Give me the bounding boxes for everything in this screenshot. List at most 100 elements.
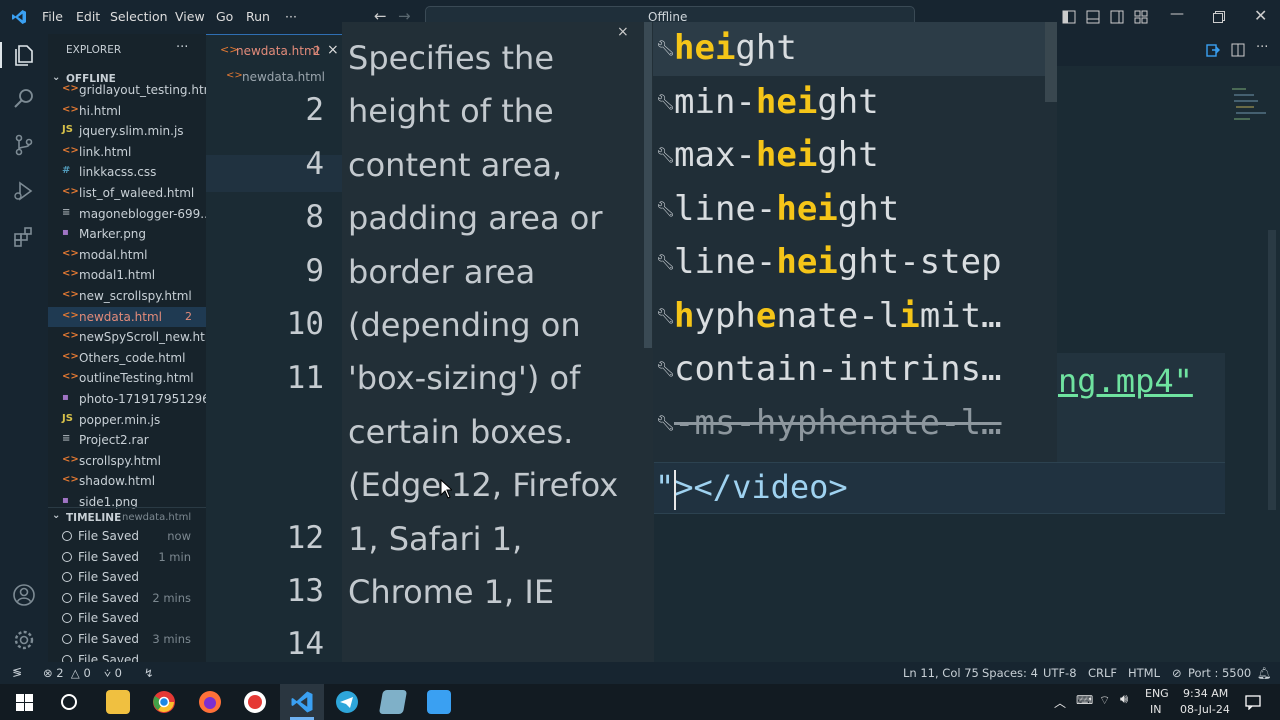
wifi-icon[interactable]: ⌔ bbox=[1099, 693, 1110, 708]
menu-go[interactable]: Go bbox=[216, 9, 233, 24]
toggle-panel-icon[interactable] bbox=[1086, 10, 1100, 24]
explorer-icon[interactable] bbox=[12, 43, 36, 67]
layout-icon[interactable] bbox=[1134, 10, 1148, 24]
restore-icon[interactable] bbox=[1213, 11, 1225, 23]
menu-file[interactable]: File bbox=[42, 9, 63, 24]
windows-start-icon[interactable] bbox=[16, 694, 33, 711]
file-item[interactable]: <> list_of_waleed.html bbox=[48, 183, 206, 203]
language-region[interactable]: IN bbox=[1150, 703, 1161, 716]
file-item[interactable]: <> shadow.html bbox=[48, 471, 206, 491]
suggestion-item[interactable]: 🔧︎ hyphenate-limit… bbox=[653, 290, 1045, 344]
timeline-item[interactable]: File Saved bbox=[48, 608, 206, 628]
end-of-line[interactable]: CRLF bbox=[1088, 666, 1117, 680]
tab-newdata[interactable]: <> newdata.html 2 × bbox=[206, 34, 344, 66]
editor-scrollbar[interactable] bbox=[1268, 230, 1276, 510]
file-item[interactable]: <> gridlayout_testing.html bbox=[48, 80, 206, 100]
toggle-sidebar-icon[interactable] bbox=[1062, 10, 1076, 24]
cursor-position[interactable]: Ln 11, Col 75 bbox=[903, 666, 979, 680]
suggestion-item[interactable]: 🔧︎ line-height-step bbox=[653, 236, 1045, 290]
timeline-item[interactable]: File Saved now bbox=[48, 526, 206, 546]
search-icon[interactable] bbox=[12, 87, 36, 111]
recorder-icon[interactable] bbox=[243, 690, 267, 714]
breadcrumb[interactable]: newdata.html bbox=[242, 70, 325, 84]
explorer-more-icon[interactable]: ··· bbox=[176, 40, 188, 55]
source-control-icon[interactable] bbox=[12, 133, 36, 157]
file-item[interactable]: ▪ Marker.png bbox=[48, 224, 206, 244]
notifications-icon[interactable]: 🔔︎ bbox=[1257, 666, 1272, 680]
split-editor-icon[interactable] bbox=[1231, 43, 1245, 57]
suggestion-scrollbar[interactable] bbox=[1045, 22, 1057, 102]
file-item[interactable]: JS jquery.slim.min.js bbox=[48, 121, 206, 141]
menu-selection[interactable]: Selection bbox=[110, 9, 168, 24]
docs-close-icon[interactable]: × bbox=[617, 24, 629, 40]
volume-icon[interactable]: 🔊︎ bbox=[1120, 692, 1128, 707]
suggestion-item[interactable]: 🔧︎ height bbox=[653, 22, 1045, 76]
menu-run[interactable]: Run bbox=[246, 9, 270, 24]
menu-view[interactable]: View bbox=[175, 9, 205, 24]
file-item[interactable]: JS popper.min.js bbox=[48, 410, 206, 430]
file-item[interactable]: <> newSpyScroll_new.html bbox=[48, 327, 206, 347]
timeline-item[interactable]: File Saved bbox=[48, 567, 206, 587]
editor-more-icon[interactable]: ··· bbox=[1256, 40, 1268, 55]
close-window-icon[interactable]: ✕ bbox=[1254, 6, 1267, 25]
minimap[interactable] bbox=[1232, 86, 1268, 146]
file-explorer-icon[interactable] bbox=[106, 690, 130, 714]
language-code[interactable]: ENG bbox=[1145, 687, 1169, 700]
ports-status[interactable]: ⩒ 0 bbox=[104, 666, 122, 681]
suggestion-item[interactable]: 🔧︎ -ms-hyphenate-l… bbox=[653, 397, 1045, 451]
extensions-icon[interactable] bbox=[12, 225, 36, 249]
suggestion-item[interactable]: 🔧︎ min-height bbox=[653, 76, 1045, 130]
suggestion-item[interactable]: 🔧︎ line-height bbox=[653, 183, 1045, 237]
file-item[interactable]: # linkkacss.css bbox=[48, 162, 206, 182]
file-item[interactable]: <> modal.html bbox=[48, 245, 206, 265]
live-server-port[interactable]: Port : 5500 bbox=[1188, 666, 1251, 680]
vscode-taskbar-icon[interactable] bbox=[290, 690, 314, 714]
file-item[interactable]: <> Others_code.html bbox=[48, 348, 206, 368]
toggle-secondary-sidebar-icon[interactable] bbox=[1110, 10, 1124, 24]
run-debug-icon[interactable] bbox=[12, 179, 36, 203]
account-icon[interactable] bbox=[12, 583, 36, 607]
chrome-icon[interactable] bbox=[152, 690, 176, 714]
menu-more[interactable]: ··· bbox=[285, 9, 297, 24]
file-item[interactable]: <> new_scrollspy.html bbox=[48, 286, 206, 306]
file-item[interactable]: <> hi.html bbox=[48, 101, 206, 121]
tray-chevron-icon[interactable]: ︿ bbox=[1054, 694, 1066, 711]
settings-gear-icon[interactable] bbox=[12, 628, 36, 652]
cortana-search-icon[interactable] bbox=[60, 693, 78, 711]
remote-icon[interactable]: ≶ bbox=[12, 665, 22, 679]
timeline-header[interactable]: ⌄ TIMELINE newdata.html bbox=[48, 507, 206, 527]
timeline-item[interactable]: File Saved bbox=[48, 650, 206, 662]
timeline-item[interactable]: File Saved 1 min bbox=[48, 547, 206, 567]
action-center-icon[interactable] bbox=[1245, 694, 1261, 710]
language-mode[interactable]: HTML bbox=[1128, 666, 1160, 680]
indentation[interactable]: Spaces: 4 bbox=[982, 666, 1038, 680]
minimize-icon[interactable]: — bbox=[1170, 6, 1184, 22]
problems-status[interactable]: ⊗ 2 △ 0 bbox=[43, 666, 91, 680]
sync-icon[interactable]: ↯ bbox=[144, 666, 154, 680]
encoding[interactable]: UTF-8 bbox=[1043, 666, 1077, 680]
docs-scrollbar[interactable] bbox=[644, 22, 652, 348]
file-item[interactable]: ≡ magoneblogger-699... bbox=[48, 204, 206, 224]
file-item[interactable]: <> scrollspy.html bbox=[48, 451, 206, 471]
clock-time[interactable]: 9:34 AM bbox=[1183, 687, 1228, 700]
screen-tool-icon[interactable] bbox=[427, 690, 451, 714]
notepad-icon[interactable] bbox=[378, 690, 408, 714]
file-item[interactable]: <> link.html bbox=[48, 142, 206, 162]
suggestion-item[interactable]: 🔧︎ contain-intrins… bbox=[653, 343, 1045, 397]
timeline-item[interactable]: File Saved 3 mins bbox=[48, 629, 206, 649]
file-item[interactable]: ▪ photo-171917951296... bbox=[48, 389, 206, 409]
menu-edit[interactable]: Edit bbox=[76, 9, 100, 24]
timeline-item[interactable]: File Saved 2 mins bbox=[48, 588, 206, 608]
file-item[interactable]: <> modal1.html bbox=[48, 265, 206, 285]
live-server-icon[interactable]: ⊘ bbox=[1172, 666, 1182, 680]
file-item[interactable]: <> outlineTesting.html bbox=[48, 368, 206, 388]
file-item[interactable]: <> newdata.html 2 bbox=[48, 306, 206, 327]
file-item[interactable]: ≡ Project2.rar bbox=[48, 430, 206, 450]
tab-close-icon[interactable]: × bbox=[327, 42, 339, 58]
suggestion-item[interactable]: 🔧︎ max-height bbox=[653, 129, 1045, 183]
firefox-icon[interactable] bbox=[198, 690, 222, 714]
open-preview-icon[interactable] bbox=[1206, 43, 1220, 57]
telegram-icon[interactable] bbox=[335, 690, 359, 714]
network-icon[interactable]: ⌨ bbox=[1076, 693, 1093, 707]
clock-date[interactable]: 08-Jul-24 bbox=[1180, 703, 1230, 716]
